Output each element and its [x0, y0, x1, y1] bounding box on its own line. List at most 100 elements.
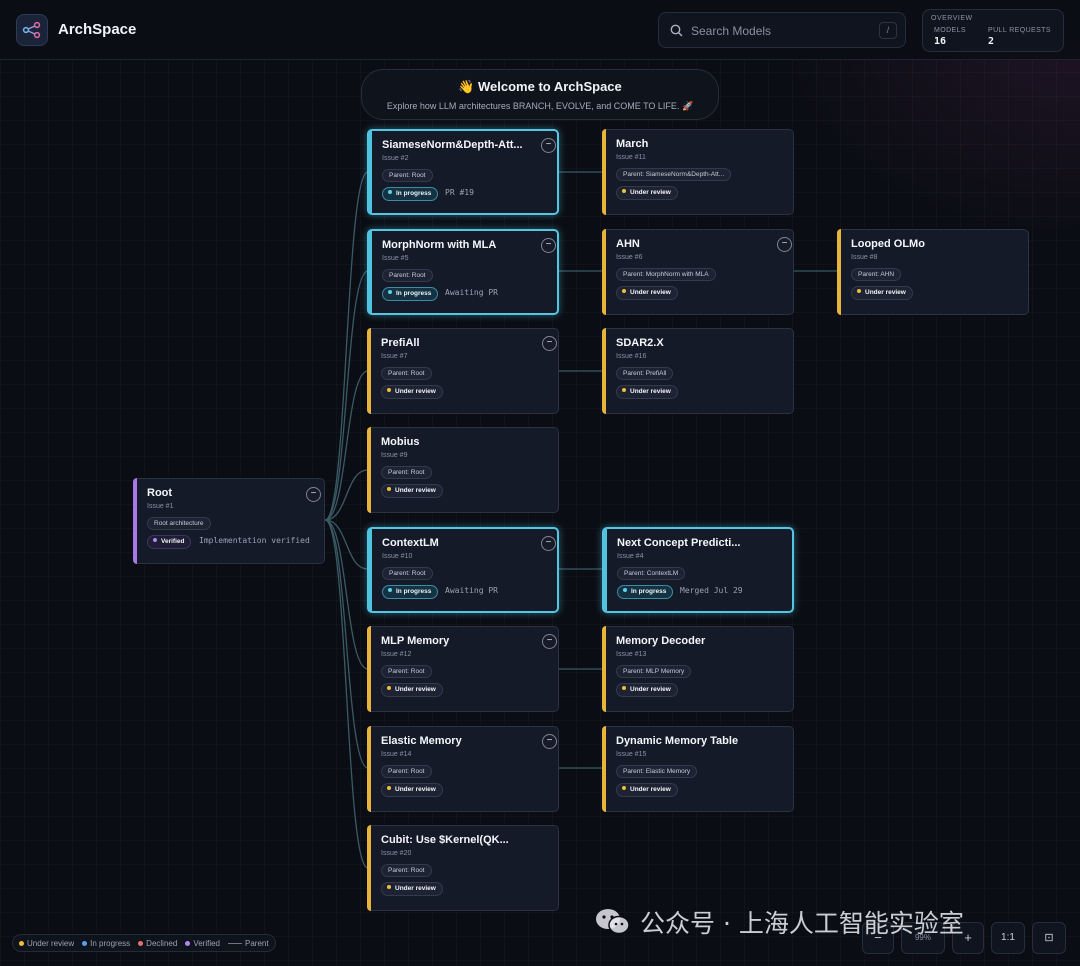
status-badge: Under review — [616, 286, 678, 300]
status-label: Under review — [630, 289, 671, 296]
parent-pill: Root architecture — [147, 517, 211, 530]
wechat-icon — [596, 909, 630, 935]
legend-declined: Declined — [138, 939, 177, 948]
node-title: Root — [147, 487, 173, 499]
node-card-issue-20[interactable]: Cubit: Use $Kernel(QK... Issue #20 Paren… — [367, 825, 559, 911]
node-issue: Issue #1 — [147, 503, 174, 510]
status-label: In progress — [396, 190, 432, 197]
edge-root-5 — [324, 270, 369, 521]
status-label: Under review — [630, 388, 671, 395]
fit-view-button[interactable]: ⊡ — [1032, 922, 1066, 954]
status-label: Under review — [395, 388, 436, 395]
edge-root-20 — [324, 519, 369, 869]
parent-pill: Parent: ContextLM — [617, 567, 686, 580]
parent-pill: Parent: MorphNorm with MLA — [616, 268, 716, 281]
watermark-text: 公众号 · 上海人工智能实验室 — [640, 909, 964, 938]
parent-pill: Parent: PrefiAll — [616, 367, 674, 380]
collapse-button[interactable]: − — [541, 138, 556, 153]
node-card-issue-14[interactable]: Elastic Memory Issue #14 Parent: Root Un… — [367, 726, 559, 812]
status-label: Under review — [395, 786, 436, 793]
legend-parent: Parent — [228, 939, 269, 948]
status-label: Under review — [395, 686, 436, 693]
node-card-issue-16[interactable]: SDAR2.X Issue #16 Parent: PrefiAll Under… — [602, 328, 794, 414]
parent-pill: Parent: Root — [382, 169, 433, 182]
node-card-root[interactable]: Root Issue #1 Root architecture Verified… — [133, 478, 325, 564]
status-dot — [622, 686, 626, 690]
node-issue: Issue #5 — [382, 255, 409, 262]
edge-root-2 — [324, 171, 369, 521]
node-note: Merged Jul 29 — [680, 586, 743, 595]
status-badge: Under review — [381, 385, 443, 399]
collapse-button[interactable]: − — [542, 634, 557, 649]
status-badge: Under review — [616, 186, 678, 200]
node-title: Mobius — [381, 436, 420, 448]
node-card-issue-11[interactable]: March Issue #11 Parent: SiameseNorm&Dept… — [602, 129, 794, 215]
node-card-issue-7[interactable]: PrefiAll Issue #7 Parent: Root Under rev… — [367, 328, 559, 414]
node-issue: Issue #9 — [381, 452, 408, 459]
legend-label: In progress — [90, 938, 131, 948]
node-title: Dynamic Memory Table — [616, 735, 739, 747]
node-card-issue-4[interactable]: Next Concept Predicti... Issue #4 Parent… — [602, 527, 794, 613]
status-dot — [388, 290, 392, 294]
status-dot — [153, 538, 157, 542]
status-dot — [388, 588, 392, 592]
legend-label: Parent — [245, 938, 269, 948]
legend-label: Declined — [146, 938, 178, 948]
node-issue: Issue #16 — [616, 353, 647, 360]
node-issue: Issue #12 — [381, 651, 412, 658]
status-badge: Verified — [147, 535, 192, 549]
node-card-issue-8[interactable]: Looped OLMo Issue #8 Parent: AHN Under r… — [837, 229, 1029, 315]
node-note: PR #19 — [445, 188, 474, 197]
node-card-issue-12[interactable]: MLP Memory Issue #12 Parent: Root Under … — [367, 626, 559, 712]
legend-dot — [185, 940, 191, 946]
collapse-button[interactable]: − — [541, 238, 556, 253]
collapse-button[interactable]: − — [542, 336, 557, 351]
status-legend: Under review In progress Declined Verifi… — [12, 934, 276, 952]
parent-pill: Parent: Root — [381, 765, 432, 778]
node-issue: Issue #10 — [382, 553, 413, 560]
status-accent-bar — [133, 478, 137, 564]
legend-label: Verified — [193, 938, 220, 948]
parent-pill: Parent: Root — [382, 269, 433, 282]
status-accent-bar — [367, 726, 371, 812]
node-card-issue-13[interactable]: Memory Decoder Issue #13 Parent: MLP Mem… — [602, 626, 794, 712]
status-dot — [622, 388, 626, 392]
status-accent-bar — [367, 328, 371, 414]
collapse-button[interactable]: − — [306, 487, 321, 502]
node-title: SDAR2.X — [616, 337, 664, 349]
node-card-issue-6[interactable]: AHN Issue #6 Parent: MorphNorm with MLA … — [602, 229, 794, 315]
watermark: 公众号 · 上海人工智能实验室 — [594, 904, 964, 940]
status-label: Under review — [395, 487, 436, 494]
node-title: PrefiAll — [381, 337, 420, 349]
node-title: MorphNorm with MLA — [382, 239, 497, 251]
collapse-button[interactable]: − — [542, 734, 557, 749]
node-card-issue-10[interactable]: ContextLM Issue #10 Parent: Root In prog… — [367, 527, 559, 613]
node-title: AHN — [616, 238, 640, 250]
legend-label: Under review — [27, 938, 75, 948]
legend-dot — [82, 940, 88, 946]
node-issue: Issue #14 — [381, 751, 412, 758]
status-label: Under review — [865, 289, 906, 296]
status-dot — [387, 885, 391, 889]
status-accent-bar — [368, 130, 372, 214]
node-card-issue-15[interactable]: Dynamic Memory Table Issue #15 Parent: E… — [602, 726, 794, 812]
parent-pill: Parent: AHN — [851, 268, 902, 281]
node-title: Cubit: Use $Kernel(QK... — [381, 834, 509, 846]
status-badge: In progress — [617, 585, 674, 599]
node-issue: Issue #4 — [617, 553, 644, 560]
status-dot — [387, 388, 391, 392]
node-card-issue-5[interactable]: MorphNorm with MLA Issue #5 Parent: Root… — [367, 229, 559, 315]
zoom-reset-button[interactable]: 1:1 — [991, 922, 1025, 954]
status-dot — [388, 190, 392, 194]
node-card-issue-9[interactable]: Mobius Issue #9 Parent: Root Under revie… — [367, 427, 559, 513]
node-card-issue-2[interactable]: SiameseNorm&Depth-Att... Issue #2 Parent… — [367, 129, 559, 215]
status-label: In progress — [396, 290, 432, 297]
status-accent-bar — [602, 129, 606, 215]
node-title: ContextLM — [382, 537, 439, 549]
status-label: Under review — [395, 885, 436, 892]
status-badge: In progress — [382, 585, 439, 599]
parent-pill: Parent: Root — [381, 466, 432, 479]
collapse-button[interactable]: − — [541, 536, 556, 551]
status-accent-bar — [367, 427, 371, 513]
collapse-button[interactable]: − — [777, 237, 792, 252]
